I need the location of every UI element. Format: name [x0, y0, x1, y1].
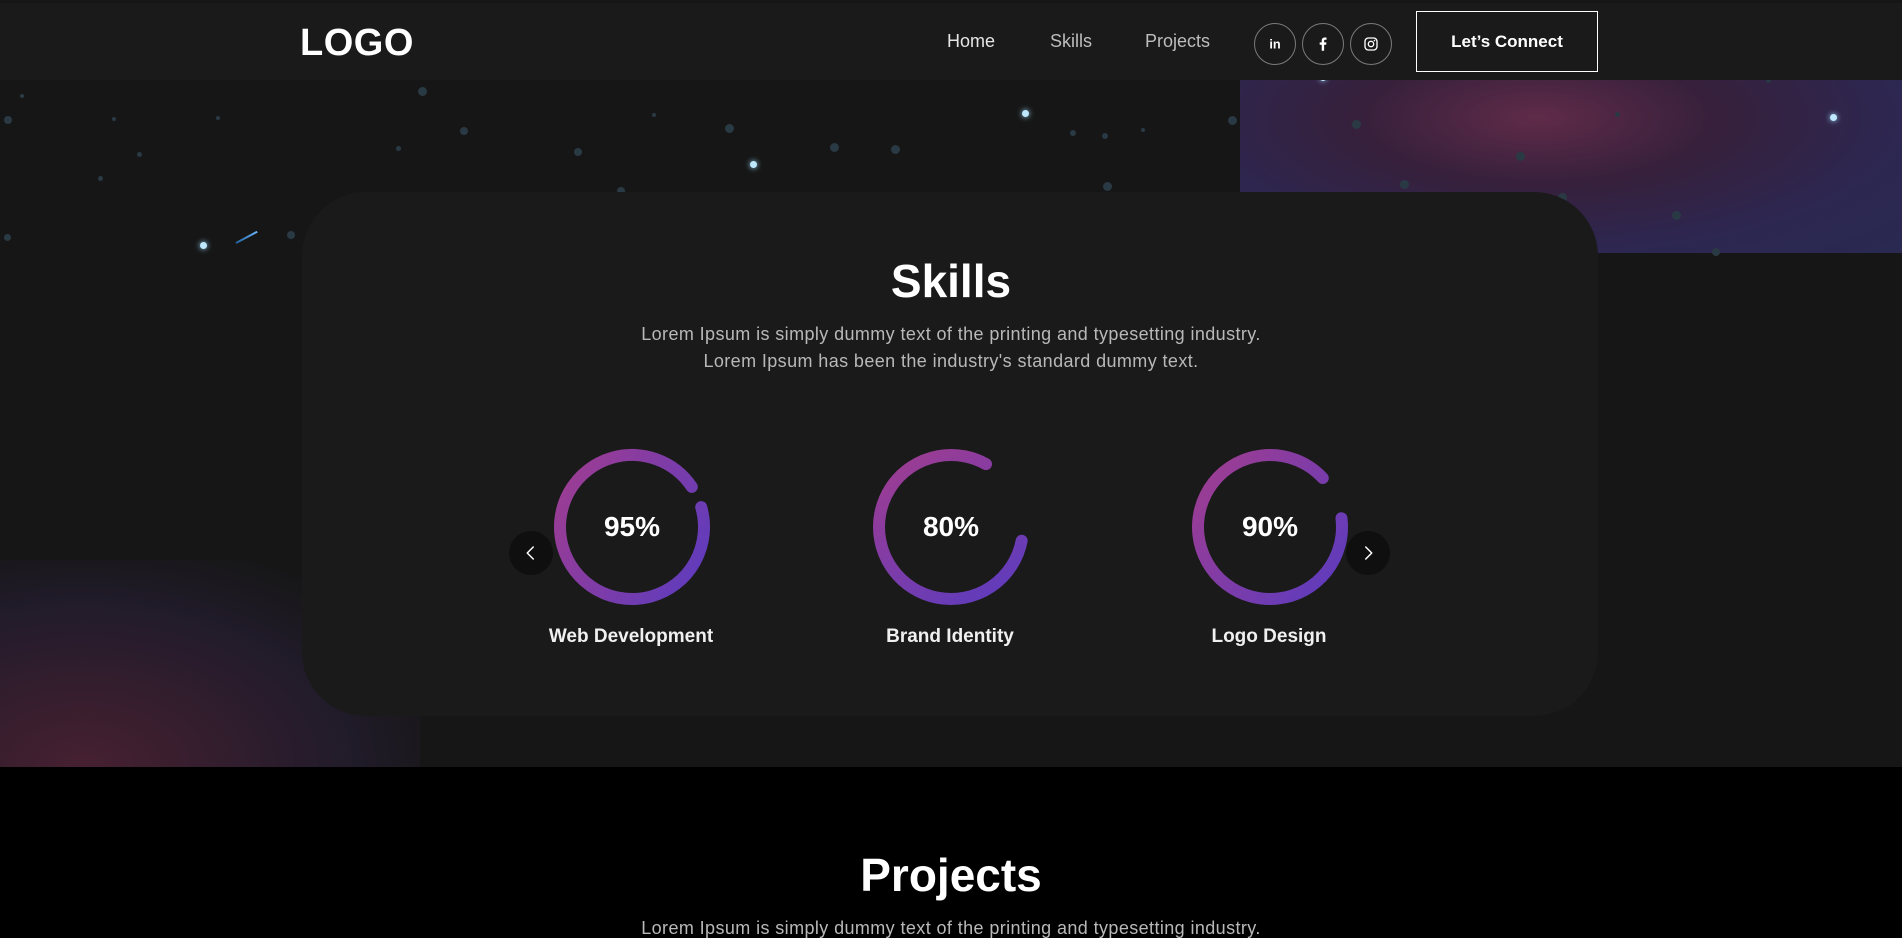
skill-brand-identity: 80% Brand Identity — [860, 446, 1040, 656]
star — [4, 116, 12, 124]
star — [20, 94, 24, 98]
nav-home[interactable]: Home — [947, 31, 995, 52]
star — [287, 231, 295, 239]
navbar: LOGO Home Skills Projects in Let’s Conne… — [0, 3, 1902, 80]
skill-name: Web Development — [548, 626, 714, 647]
linkedin-button[interactable]: in — [1254, 23, 1296, 65]
star — [1516, 152, 1525, 161]
star — [396, 146, 401, 151]
nav-skills[interactable]: Skills — [1050, 31, 1092, 52]
star — [200, 242, 207, 249]
svg-text:in: in — [1269, 37, 1280, 52]
star — [1830, 114, 1837, 121]
skills-title: Skills — [890, 255, 1012, 307]
projects-title: Projects — [860, 849, 1042, 901]
shooting-star — [235, 230, 258, 244]
star — [216, 116, 220, 120]
facebook-icon — [1319, 37, 1327, 51]
star — [1022, 110, 1029, 117]
facebook-button[interactable] — [1302, 23, 1344, 65]
star — [418, 87, 427, 96]
lets-connect-button[interactable]: Let’s Connect — [1416, 11, 1598, 72]
star — [1141, 128, 1145, 132]
star — [830, 143, 839, 152]
star — [1615, 112, 1620, 117]
star — [1070, 130, 1076, 136]
skill-percent: 90% — [1241, 511, 1299, 542]
star — [750, 161, 757, 168]
star — [574, 148, 582, 156]
skill-name: Logo Design — [1211, 626, 1327, 647]
star — [98, 176, 103, 181]
star — [1228, 116, 1237, 125]
star — [725, 124, 734, 133]
projects-description-line1: Lorem Ipsum is simply dummy text of the … — [641, 918, 1261, 938]
skill-logo-design: 90% Logo Design — [1179, 446, 1359, 656]
star — [112, 117, 116, 121]
skill-percent: 80% — [922, 511, 980, 542]
logo[interactable]: LOGO — [300, 22, 414, 65]
star — [1672, 211, 1681, 220]
linkedin-icon: in — [1269, 37, 1280, 52]
star — [1102, 133, 1108, 139]
nav-projects[interactable]: Projects — [1145, 31, 1210, 52]
skill-web-development: 95% Web Development — [541, 446, 721, 656]
chevron-right-icon — [1365, 546, 1373, 560]
star — [4, 234, 11, 241]
star — [137, 152, 142, 157]
instagram-button[interactable] — [1350, 23, 1392, 65]
chevron-left-icon — [526, 546, 534, 560]
star — [460, 127, 468, 135]
skills-description-line2: Lorem Ipsum has been the industry's stan… — [703, 351, 1199, 371]
skill-percent: 95% — [603, 511, 661, 542]
star — [1400, 180, 1409, 189]
star — [652, 113, 656, 117]
star — [891, 145, 900, 154]
instagram-icon — [1364, 37, 1378, 51]
star — [1103, 182, 1112, 191]
skill-name: Brand Identity — [886, 626, 1014, 647]
skills-description-line1: Lorem Ipsum is simply dummy text of the … — [641, 324, 1261, 344]
star — [1352, 120, 1361, 129]
